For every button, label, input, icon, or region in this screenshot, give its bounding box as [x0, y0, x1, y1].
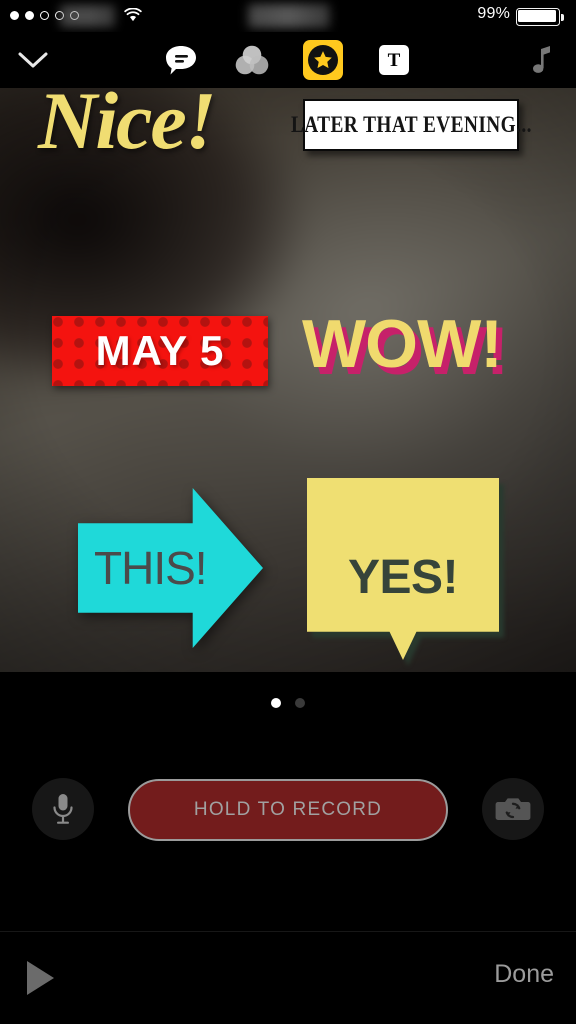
sticker-may-5[interactable]: MAY 5	[52, 316, 268, 386]
signal-dot-3	[40, 11, 49, 20]
status-bar: 99%	[0, 0, 576, 32]
sticker-yes-bubble[interactable]: YES!	[307, 478, 499, 660]
record-controls: HOLD TO RECORD	[0, 734, 576, 914]
page-dot-2[interactable]	[295, 698, 305, 708]
chevron-down-icon	[18, 52, 48, 68]
tab-stickers[interactable]	[297, 32, 349, 88]
phone-screen: 99% T Nice! LATER THAT EVENING... MAY 5 …	[0, 0, 576, 1024]
flip-camera-button[interactable]	[482, 778, 544, 840]
page-indicator	[0, 672, 576, 734]
sticker-yes-label: YES!	[347, 551, 459, 604]
sticker-this-arrow[interactable]: THIS!	[78, 488, 263, 648]
tab-text[interactable]: T	[368, 32, 420, 88]
microphone-button[interactable]	[32, 778, 94, 840]
signal-dot-2	[25, 11, 34, 20]
collapse-chevron-button[interactable]	[8, 32, 58, 88]
tab-music[interactable]	[518, 32, 568, 88]
text-t-icon: T	[379, 45, 409, 75]
carrier-name-blurred	[60, 5, 115, 27]
sticker-later-label: LATER THAT EVENING...	[290, 112, 532, 137]
music-note-icon	[533, 46, 550, 73]
color-circles-icon	[235, 45, 269, 75]
editor-toolbar: T	[0, 32, 576, 88]
sticker-wow[interactable]: WOW!	[302, 310, 503, 378]
sticker-this-label: THIS!	[94, 542, 208, 594]
camera-flip-icon	[495, 798, 531, 820]
video-preview-canvas[interactable]: Nice! LATER THAT EVENING... MAY 5 WOW! T…	[0, 88, 576, 672]
battery-icon	[516, 8, 564, 26]
tab-captions[interactable]	[155, 32, 207, 88]
clip-thumbnail[interactable]	[72, 937, 164, 1024]
sticker-may-label: MAY 5	[95, 327, 225, 374]
signal-dot-1	[10, 11, 19, 20]
sticker-later-that-evening[interactable]: LATER THAT EVENING...	[291, 99, 531, 151]
hold-to-record-button[interactable]: HOLD TO RECORD	[128, 779, 448, 841]
star-icon	[314, 51, 332, 69]
microphone-icon	[53, 794, 73, 824]
done-button[interactable]: Done	[494, 960, 554, 989]
star-circle	[308, 45, 338, 75]
hold-to-record-label: HOLD TO RECORD	[193, 799, 383, 820]
wifi-icon	[124, 8, 142, 22]
tab-filters[interactable]	[226, 32, 278, 88]
speech-bubble-icon	[166, 46, 196, 75]
stickers-active-chip	[303, 40, 343, 80]
page-dot-1[interactable]	[271, 698, 281, 708]
play-icon	[26, 961, 54, 995]
sticker-nice[interactable]: Nice!	[38, 88, 217, 162]
bottom-bar: Done	[0, 931, 576, 1024]
battery-percent-label: 99%	[477, 5, 510, 22]
play-button[interactable]	[20, 958, 60, 998]
clock-blurred	[248, 4, 330, 28]
